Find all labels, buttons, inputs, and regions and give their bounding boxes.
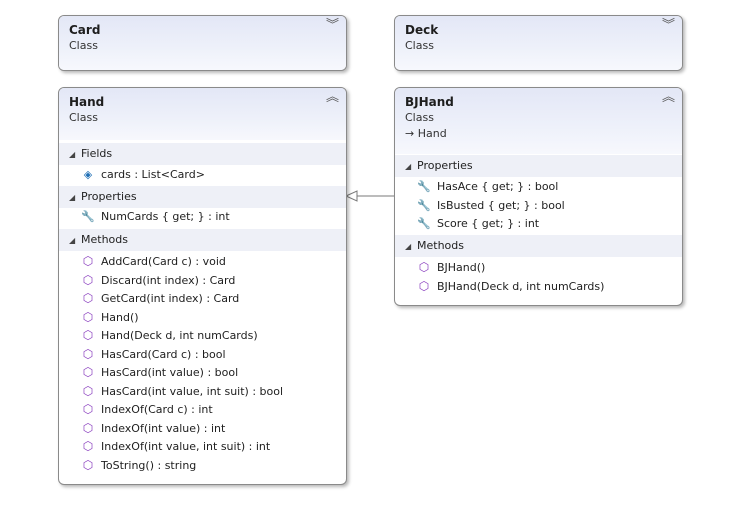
section-methods[interactable]: ◢ Methods [59, 229, 346, 251]
wrench-icon: 🔧 [417, 199, 431, 212]
method-item[interactable]: ⬡ AddCard(Card c) : void [79, 252, 226, 270]
method-item[interactable]: ⬡ HasCard(int value, int suit) : bool [79, 382, 283, 400]
section-properties-label: Properties [81, 190, 137, 203]
method-cube-icon: ⬡ [82, 402, 94, 416]
double-chevron-down-icon[interactable]: ︾ [662, 19, 675, 33]
section-fields-label: Fields [81, 147, 113, 160]
method-cube-icon: ⬡ [82, 421, 94, 435]
wrench-icon: 🔧 [81, 210, 95, 223]
property-item[interactable]: 🔧 HasAce { get; } : bool [415, 178, 558, 196]
section-fields[interactable]: ◢ Fields [59, 143, 346, 165]
method-text: BJHand() [437, 261, 486, 274]
method-cube-icon: ⬡ [82, 365, 94, 379]
method-text: IndexOf(int value) : int [101, 422, 226, 435]
section-properties[interactable]: ◢ Properties [395, 155, 682, 177]
method-text: Hand(Deck d, int numCards) [101, 329, 258, 342]
method-item[interactable]: ⬡ Hand(Deck d, int numCards) [79, 326, 258, 344]
property-text: Score { get; } : int [437, 217, 540, 230]
section-methods-label: Methods [417, 239, 464, 252]
property-text: HasAce { get; } : bool [437, 180, 559, 193]
inherit-arrow-icon: → [405, 127, 415, 140]
method-cube-icon: ⬡ [82, 291, 94, 305]
double-chevron-up-icon[interactable]: ︽ [326, 91, 339, 105]
wrench-icon: 🔧 [417, 217, 431, 230]
method-item[interactable]: ⬡ HasCard(Card c) : bool [79, 345, 226, 363]
method-text: IndexOf(Card c) : int [101, 403, 213, 416]
method-text: HasCard(Card c) : bool [101, 348, 226, 361]
base-class-name: Hand [417, 127, 447, 140]
method-text: Discard(int index) : Card [101, 274, 236, 287]
method-text: AddCard(Card c) : void [101, 255, 226, 268]
method-item[interactable]: ⬡ BJHand(Deck d, int numCards) [415, 277, 605, 295]
triangle-down-icon[interactable]: ◢ [69, 144, 81, 166]
base-class-line: → Hand [405, 126, 672, 141]
method-item[interactable]: ⬡ Hand() [79, 308, 139, 326]
field-icon: ◈ [83, 168, 93, 181]
wrench-icon: 🔧 [417, 180, 431, 193]
method-cube-icon: ⬡ [82, 254, 94, 268]
class-card[interactable]: Card Class ︾ [58, 15, 347, 71]
class-deck[interactable]: Deck Class ︾ [394, 15, 683, 71]
class-hand-name: Hand [69, 95, 105, 109]
method-item[interactable]: ⬡ IndexOf(Card c) : int [79, 400, 213, 418]
method-text: ToString() : string [101, 459, 197, 472]
class-bjhand-name: BJHand [405, 95, 454, 109]
class-card-header: Card Class ︾ [59, 16, 346, 70]
method-text: GetCard(int index) : Card [101, 292, 240, 305]
triangle-down-icon[interactable]: ◢ [405, 156, 417, 178]
triangle-down-icon[interactable]: ◢ [69, 230, 81, 252]
method-item[interactable]: ⬡ IndexOf(int value, int suit) : int [79, 437, 270, 455]
field-item[interactable]: ◈ cards : List<Card> [79, 166, 205, 184]
class-bjhand-kind: Class [405, 111, 434, 124]
class-hand-kind: Class [69, 111, 98, 124]
class-deck-kind: Class [405, 39, 434, 52]
method-text: BJHand(Deck d, int numCards) [437, 280, 605, 293]
triangle-down-icon[interactable]: ◢ [69, 187, 81, 209]
method-text: HasCard(int value, int suit) : bool [101, 385, 284, 398]
property-text: NumCards { get; } : int [101, 210, 230, 223]
method-cube-icon: ⬡ [82, 384, 94, 398]
method-text: Hand() [101, 311, 139, 324]
double-chevron-up-icon[interactable]: ︽ [662, 91, 675, 105]
section-methods[interactable]: ◢ Methods [395, 235, 682, 257]
class-deck-header: Deck Class ︾ [395, 16, 682, 70]
class-deck-name: Deck [405, 23, 439, 37]
method-cube-icon: ⬡ [82, 310, 94, 324]
section-properties[interactable]: ◢ Properties [59, 186, 346, 208]
method-cube-icon: ⬡ [82, 273, 94, 287]
property-item[interactable]: 🔧 Score { get; } : int [415, 215, 539, 233]
class-bjhand-header: BJHand Class → Hand ︽ [395, 88, 682, 154]
class-card-name: Card [69, 23, 101, 37]
method-item[interactable]: ⬡ ToString() : string [79, 456, 197, 474]
property-text: IsBusted { get; } : bool [437, 199, 565, 212]
method-item[interactable]: ⬡ IndexOf(int value) : int [79, 419, 226, 437]
class-hand[interactable]: Hand Class ︽ ◢ Fields ◈ cards : List<Card>… [58, 87, 347, 485]
method-cube-icon: ⬡ [82, 439, 94, 453]
inheritance-arrowhead [344, 190, 358, 202]
method-item[interactable]: ⬡ HasCard(int value) : bool [79, 363, 238, 381]
class-hand-header: Hand Class ︽ [59, 88, 346, 140]
method-cube-icon: ⬡ [418, 260, 430, 274]
method-cube-icon: ⬡ [82, 458, 94, 472]
method-cube-icon: ⬡ [82, 328, 94, 342]
method-item[interactable]: ⬡ Discard(int index) : Card [79, 271, 236, 289]
section-properties-label: Properties [417, 159, 473, 172]
field-text: cards : List<Card> [101, 168, 205, 181]
method-item[interactable]: ⬡ BJHand() [415, 258, 486, 276]
class-card-kind: Class [69, 39, 98, 52]
method-text: HasCard(int value) : bool [101, 366, 239, 379]
section-methods-label: Methods [81, 233, 128, 246]
method-text: IndexOf(int value, int suit) : int [101, 440, 271, 453]
property-item[interactable]: 🔧 IsBusted { get; } : bool [415, 197, 565, 215]
method-cube-icon: ⬡ [418, 279, 430, 293]
double-chevron-down-icon[interactable]: ︾ [326, 19, 339, 33]
method-item[interactable]: ⬡ GetCard(int index) : Card [79, 289, 240, 307]
triangle-down-icon[interactable]: ◢ [405, 236, 417, 258]
method-cube-icon: ⬡ [82, 347, 94, 361]
property-item[interactable]: 🔧 NumCards { get; } : int [79, 208, 230, 226]
class-bjhand[interactable]: BJHand Class → Hand ︽ ◢ Properties 🔧 HasAc… [394, 87, 683, 306]
